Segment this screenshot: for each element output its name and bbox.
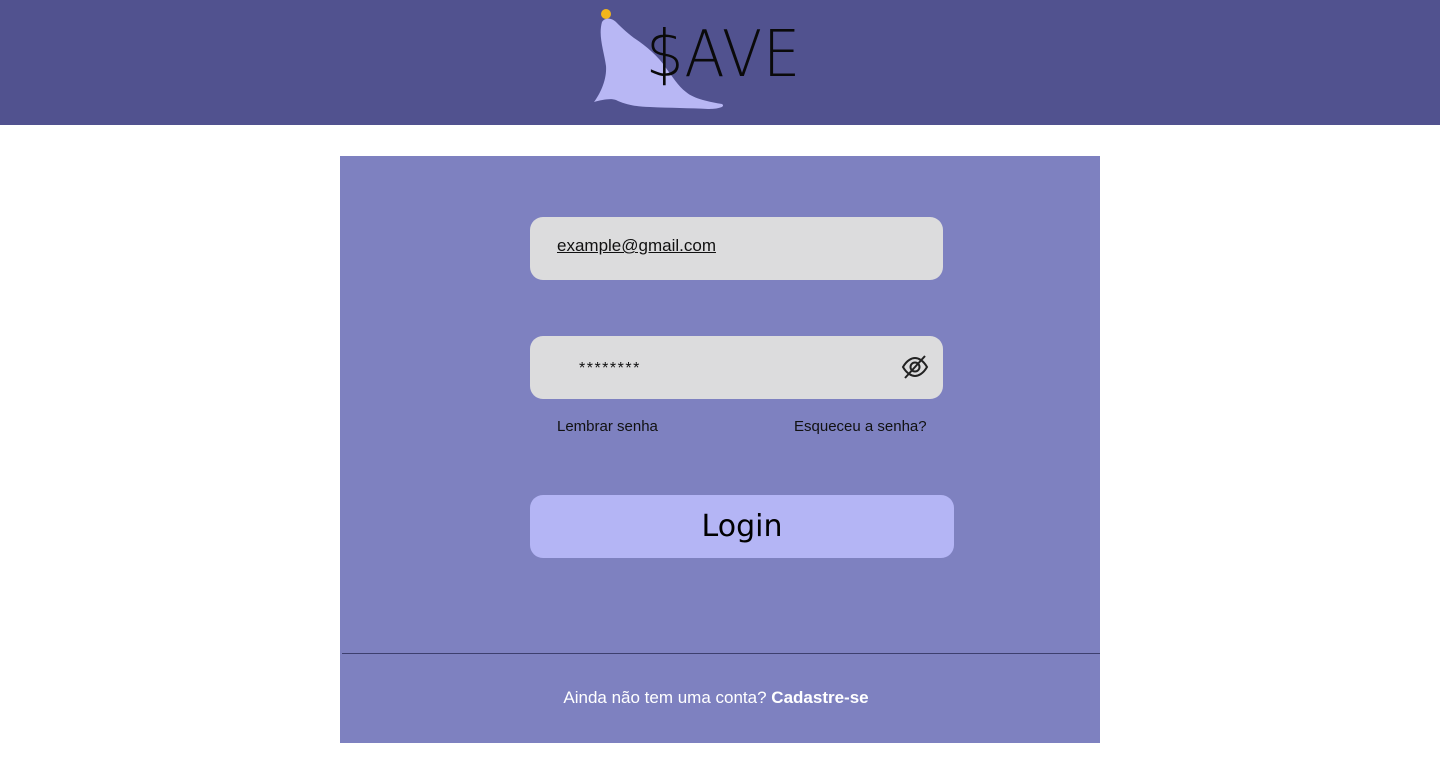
remember-password-link[interactable]: Lembrar senha <box>557 418 658 435</box>
header: $AVE <box>0 0 1440 125</box>
email-value: example@gmail.com <box>557 236 716 255</box>
divider <box>342 653 1100 654</box>
forgot-password-link[interactable]: Esqueceu a senha? <box>794 418 927 435</box>
email-field[interactable]: example@gmail.com <box>530 217 943 280</box>
signup-prompt: Ainda não tem uma conta? Cadastre-se <box>340 688 1092 708</box>
password-field[interactable]: ******** <box>530 336 943 399</box>
password-value: ******** <box>579 360 641 377</box>
eye-slash-icon[interactable] <box>901 354 929 380</box>
login-button[interactable]: Login <box>530 495 954 558</box>
logo[interactable]: $AVE <box>590 6 805 116</box>
signup-link[interactable]: Cadastre-se <box>771 688 868 707</box>
login-card: example@gmail.com ******** Lembrar senha… <box>340 156 1100 743</box>
logo-text: $AVE <box>646 18 802 92</box>
signup-prompt-text: Ainda não tem uma conta? <box>563 688 767 707</box>
